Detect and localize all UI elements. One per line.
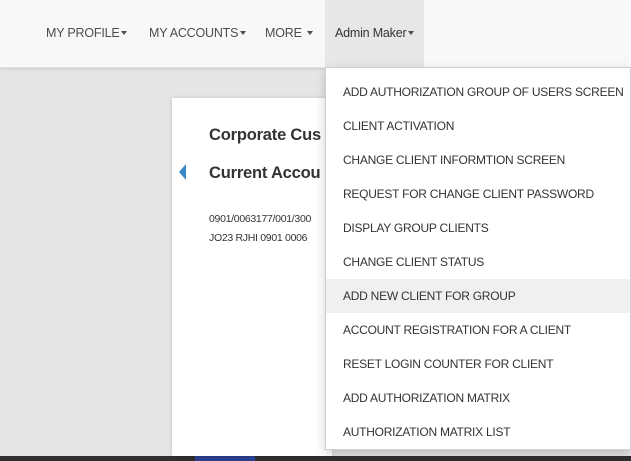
- nav-my-profile-label: MY PROFILE: [46, 26, 120, 40]
- nav-my-profile[interactable]: MY PROFILE: [46, 0, 128, 67]
- menu-item-client-activation[interactable]: CLIENT ACTIVATION: [326, 109, 630, 143]
- account-iban: JO23 RJHI 0901 0006: [209, 232, 308, 244]
- caret-down-icon: [408, 30, 415, 35]
- carousel-prev-icon[interactable]: [179, 164, 186, 180]
- nav-more[interactable]: MORE: [265, 0, 313, 67]
- menu-item-change-client-information[interactable]: CHANGE CLIENT INFORMTION SCREEN: [326, 143, 630, 177]
- nav-my-accounts[interactable]: MY ACCOUNTS: [149, 0, 247, 67]
- account-number: 0901/0063177/001/300: [209, 213, 312, 225]
- menu-item-request-change-password[interactable]: REQUEST FOR CHANGE CLIENT PASSWORD: [326, 177, 630, 211]
- caret-down-icon: [121, 30, 128, 35]
- caret-down-icon: [306, 30, 313, 35]
- account-card-title: Corporate Cus: [209, 126, 321, 144]
- account-card-subtitle: Current Accou: [209, 164, 321, 182]
- menu-item-display-group-clients[interactable]: DISPLAY GROUP CLIENTS: [326, 211, 630, 245]
- menu-item-add-new-client-for-group[interactable]: ADD NEW CLIENT FOR GROUP: [326, 279, 630, 313]
- account-card[interactable]: Corporate Cus Current Accou 0901/0063177…: [172, 98, 332, 456]
- menu-item-add-authorization-group[interactable]: ADD AUTHORIZATION GROUP OF USERS SCREEN: [326, 75, 630, 109]
- top-navbar: MY PROFILE MY ACCOUNTS MORE Admin Maker: [0, 0, 631, 68]
- nav-more-label: MORE: [265, 26, 302, 40]
- admin-maker-dropdown: ADD AUTHORIZATION GROUP OF USERS SCREEN …: [325, 67, 631, 450]
- bottom-accent: [195, 456, 255, 461]
- menu-item-authorization-matrix-list[interactable]: AUTHORIZATION MATRIX LIST: [326, 415, 630, 449]
- menu-item-account-registration[interactable]: ACCOUNT REGISTRATION FOR A CLIENT: [326, 313, 630, 347]
- nav-admin-maker[interactable]: Admin Maker: [325, 0, 425, 67]
- menu-item-add-authorization-matrix[interactable]: ADD AUTHORIZATION MATRIX: [326, 381, 630, 415]
- menu-item-change-client-status[interactable]: CHANGE CLIENT STATUS: [326, 245, 630, 279]
- bottom-bar: [0, 456, 631, 461]
- nav-my-accounts-label: MY ACCOUNTS: [149, 26, 239, 40]
- nav-admin-maker-label: Admin Maker: [335, 26, 407, 40]
- caret-down-icon: [240, 30, 247, 35]
- menu-item-reset-login-counter[interactable]: RESET LOGIN COUNTER FOR CLIENT: [326, 347, 630, 381]
